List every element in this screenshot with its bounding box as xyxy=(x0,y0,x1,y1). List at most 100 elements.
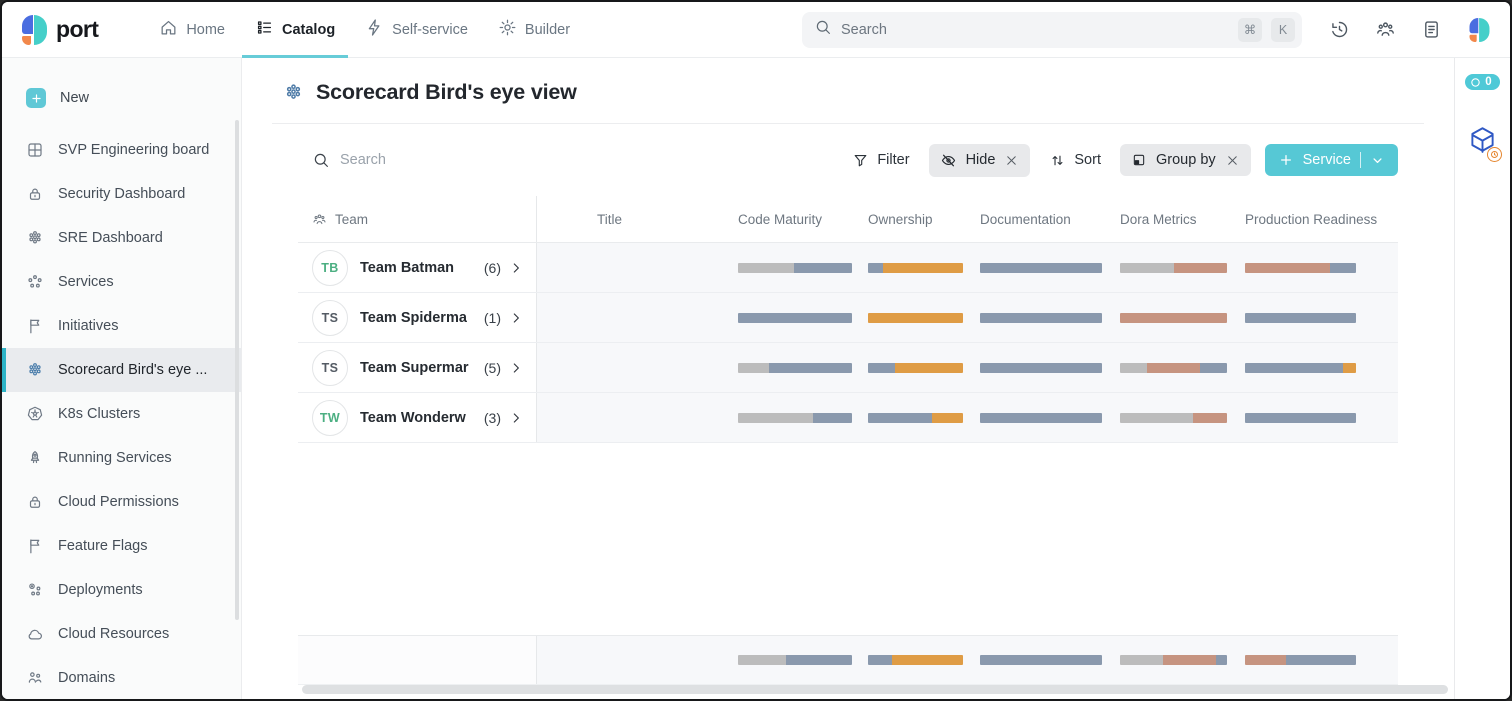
sidebar-item-svp-engineering-board[interactable]: SVP Engineering board xyxy=(2,128,241,172)
score-bar xyxy=(980,413,1102,423)
score-cell-production-readiness xyxy=(1229,636,1398,684)
sort-label: Sort xyxy=(1074,152,1101,168)
entity-sync-button[interactable] xyxy=(1469,126,1496,158)
team-cell: TBTeam Batman(6) xyxy=(298,243,537,292)
bar-segment xyxy=(738,263,794,273)
bar-segment xyxy=(868,363,895,373)
table-body: TBTeam Batman(6)TSTeam Spiderma(1)TSTeam… xyxy=(298,243,1398,443)
nav-item-label: Catalog xyxy=(282,22,335,38)
catalog-icon xyxy=(255,18,274,41)
cmd-key-badge: ⌘ xyxy=(1238,18,1262,42)
bar-segment xyxy=(794,263,852,273)
column-header-documentation[interactable]: Documentation xyxy=(964,212,1104,227)
global-search[interactable]: ⌘ K xyxy=(802,12,1302,48)
search-icon xyxy=(814,18,832,41)
page-title: Scorecard Bird's eye view xyxy=(316,80,577,105)
group-by-close-icon[interactable] xyxy=(1225,153,1240,168)
score-cell-ownership xyxy=(852,293,964,342)
score-cell-dora-metrics xyxy=(1104,343,1229,392)
port-mark-icon[interactable] xyxy=(1470,18,1490,42)
score-bar xyxy=(738,263,852,273)
table-toolbar: Filter Hide Sort Gro xyxy=(298,142,1398,178)
bar-segment xyxy=(1245,413,1356,423)
top-nav: Home Catalog Self-serviceBuilder xyxy=(144,2,585,58)
bar-segment xyxy=(813,413,852,423)
people-icon xyxy=(26,669,44,687)
bar-segment xyxy=(1174,263,1228,273)
column-header-title[interactable]: Title xyxy=(537,212,722,227)
top-bar: port Home Catalog Self-serviceBuilder ⌘ K xyxy=(2,2,1510,58)
sidebar-item-scorecard-bird-s-eye[interactable]: Scorecard Bird's eye ... xyxy=(2,348,241,392)
sidebar-item-security-dashboard[interactable]: Security Dashboard xyxy=(2,172,241,216)
score-bar xyxy=(980,263,1102,273)
score-cell-production-readiness xyxy=(1229,343,1398,392)
table-search[interactable] xyxy=(312,151,520,169)
title-cell xyxy=(537,293,722,342)
bar-segment xyxy=(1245,363,1343,373)
nav-item-catalog[interactable]: Catalog xyxy=(240,2,350,58)
button-divider xyxy=(1360,152,1361,168)
group-by-chip[interactable]: Group by xyxy=(1120,144,1251,176)
table-row-team-supermar[interactable]: TSTeam Supermar(5) xyxy=(298,343,1398,393)
cloud-icon xyxy=(26,625,44,643)
flag-icon xyxy=(26,537,44,555)
nav-item-builder[interactable]: Builder xyxy=(483,2,585,58)
score-cell-code-maturity xyxy=(722,243,852,292)
sidebar-item-cloud-permissions[interactable]: Cloud Permissions xyxy=(2,480,241,524)
table-row-team-batman[interactable]: TBTeam Batman(6) xyxy=(298,243,1398,293)
score-bar xyxy=(868,655,963,665)
sidebar-item-label: K8s Clusters xyxy=(58,406,140,422)
sidebar-new-button[interactable]: New xyxy=(2,76,241,120)
expand-chevron-right-icon[interactable] xyxy=(508,360,524,376)
expand-chevron-right-icon[interactable] xyxy=(508,410,524,426)
docs-icon[interactable] xyxy=(1421,19,1442,40)
notifications-badge[interactable]: 0 xyxy=(1465,74,1499,90)
table-row-team-spiderma[interactable]: TSTeam Spiderma(1) xyxy=(298,293,1398,343)
k-key-badge: K xyxy=(1271,18,1295,42)
sidebar-item-k8s-clusters[interactable]: K8s Clusters xyxy=(2,392,241,436)
filter-button[interactable]: Filter xyxy=(843,145,918,176)
sidebar-item-feature-flags[interactable]: Feature Flags xyxy=(2,524,241,568)
history-icon[interactable] xyxy=(1329,19,1350,40)
horizontal-scrollbar[interactable] xyxy=(302,685,1448,694)
table-search-input[interactable] xyxy=(340,152,520,168)
sort-button[interactable]: Sort xyxy=(1040,145,1110,176)
sidebar-item-label: Scorecard Bird's eye ... xyxy=(58,362,207,378)
table-row-team-wonderw[interactable]: TWTeam Wonderw(3) xyxy=(298,393,1398,443)
bar-segment xyxy=(1120,413,1193,423)
score-bar xyxy=(868,263,963,273)
score-bar xyxy=(980,655,1102,665)
sidebar-item-services[interactable]: Services xyxy=(2,260,241,304)
sidebar-item-domains[interactable]: Domains xyxy=(2,656,241,700)
column-header-ownership[interactable]: Ownership xyxy=(852,212,964,227)
column-header-code-maturity[interactable]: Code Maturity xyxy=(722,212,852,227)
hide-close-icon[interactable] xyxy=(1004,153,1019,168)
sidebar-item-running-services[interactable]: Running Services xyxy=(2,436,241,480)
score-bar xyxy=(1245,263,1356,273)
sidebar-item-sre-dashboard[interactable]: SRE Dashboard xyxy=(2,216,241,260)
teams-icon[interactable] xyxy=(1375,19,1396,40)
port-logo[interactable]: port xyxy=(22,15,98,45)
team-cell: TSTeam Spiderma(1) xyxy=(298,293,537,342)
nav-item-self-service[interactable]: Self-service xyxy=(350,2,483,58)
sidebar-item-cloud-resources[interactable]: Cloud Resources xyxy=(2,612,241,656)
chevron-down-icon[interactable] xyxy=(1370,153,1385,168)
bar-segment xyxy=(868,655,892,665)
sidebar-item-initiatives[interactable]: Initiatives xyxy=(2,304,241,348)
global-search-input[interactable] xyxy=(841,22,1229,38)
expand-chevron-right-icon[interactable] xyxy=(508,260,524,276)
add-service-button[interactable]: Service xyxy=(1265,144,1398,176)
sidebar-item-deployments[interactable]: Deployments xyxy=(2,568,241,612)
column-header-team[interactable]: Team xyxy=(298,196,537,242)
column-header-dora-metrics[interactable]: Dora Metrics xyxy=(1104,212,1229,227)
score-bar xyxy=(980,313,1102,323)
sidebar-scrollbar[interactable] xyxy=(235,120,239,620)
column-header-production-readiness[interactable]: Production Readiness xyxy=(1229,212,1398,227)
bar-segment xyxy=(1245,313,1356,323)
column-header-label: Code Maturity xyxy=(738,212,822,227)
expand-chevron-right-icon[interactable] xyxy=(508,310,524,326)
nav-item-home[interactable]: Home xyxy=(144,2,240,58)
hide-chip[interactable]: Hide xyxy=(929,144,1031,177)
bar-segment xyxy=(1120,313,1227,323)
table-summary-row xyxy=(298,635,1398,685)
